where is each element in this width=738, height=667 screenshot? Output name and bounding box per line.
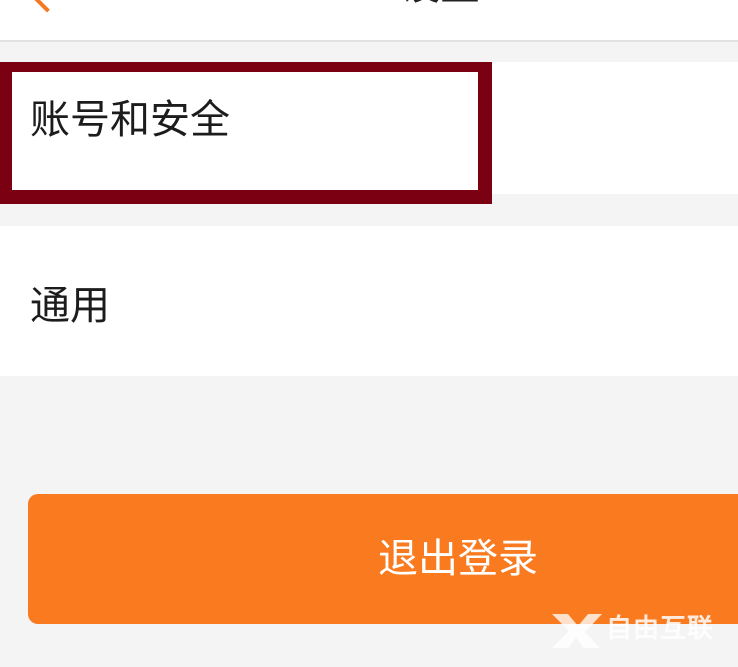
logout-button-label: 退出登录 (378, 537, 538, 581)
page-title: 设置 (400, 0, 480, 6)
nav-header: 设置 (0, 0, 738, 42)
settings-screen: 设置 账号和安全 通用 退出登录 自由互联 (0, 0, 738, 667)
watermark-logo: 自由互联 (548, 610, 728, 650)
settings-item-general[interactable]: 通用 (0, 226, 738, 376)
x-logo-icon (552, 614, 602, 648)
settings-item-label: 账号和安全 (30, 97, 230, 143)
settings-item-label: 通用 (30, 283, 110, 329)
settings-item-account-security[interactable]: 账号和安全 (0, 62, 738, 194)
logout-button[interactable]: 退出登录 (28, 494, 738, 624)
back-arrow-icon[interactable] (31, 0, 63, 13)
watermark-text: 自由互联 (606, 614, 715, 644)
